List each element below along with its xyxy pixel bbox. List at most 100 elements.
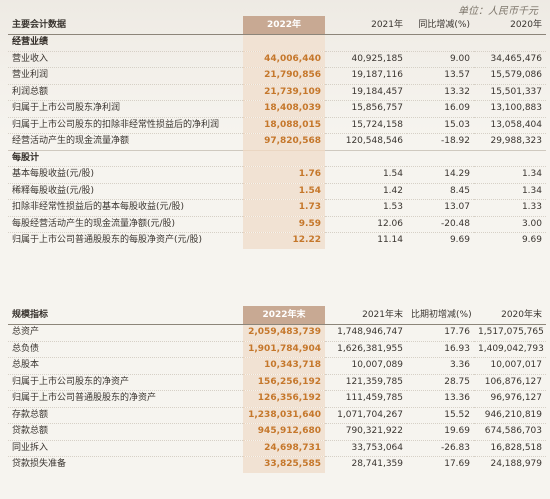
value-prior: 790,321,922 [325, 423, 407, 440]
value-earlier: 1,517,075,765 [474, 324, 546, 341]
section-spacer [474, 34, 546, 51]
value-current: 97,820,568 [243, 133, 325, 150]
value-prior: 11.14 [325, 232, 407, 249]
value-current: 1,238,031,640 [243, 406, 325, 424]
table-row: 营业收入 44,006,440 40,925,185 9.00 34,465,476 [8, 50, 546, 68]
row-label: 利润总额 [8, 83, 243, 101]
value-change: 13.36 [407, 390, 474, 407]
row-label: 归属于上市公司股东净利润 [8, 100, 243, 117]
value-change: 13.32 [407, 83, 474, 101]
value-prior: 12.06 [325, 215, 407, 233]
header-2020: 2020年 [474, 16, 546, 35]
value-earlier: 674,586,703 [474, 423, 546, 440]
table-row: 归属于上市公司普通股股东的每股净资产(元/股) 12.22 11.14 9.69 9.6… [8, 232, 546, 249]
value-change: 28.75 [407, 373, 474, 391]
row-label: 归属于上市公司普通股股东的净资产 [8, 390, 243, 407]
value-prior: 40,925,185 [325, 50, 407, 68]
table-row: 经营活动产生的现金流量净额 97,820,568 120,548,546 -18.92… [8, 133, 546, 150]
table-row: 基本每股收益(元/股) 1.76 1.54 14.29 1.34 [8, 166, 546, 183]
section-spacer [325, 149, 407, 167]
section-header: 经营业绩 [8, 34, 546, 51]
row-label: 总股本 [8, 357, 243, 374]
value-prior: 10,007,089 [325, 357, 407, 374]
section-spacer [243, 149, 325, 167]
header-change: 同比增减(%) [407, 16, 474, 35]
row-label: 总资产 [8, 324, 243, 341]
value-current: 1.76 [243, 166, 325, 183]
value-current: 9.59 [243, 215, 325, 233]
value-current: 33,825,585 [243, 456, 325, 473]
section-title: 每股计 [8, 149, 243, 167]
header-2021-end: 2021年末 [325, 306, 407, 325]
accounting-data-table: 主要会计数据 2022年 2021年 同比增减(%) 2020年 经营业绩 营业收… [8, 16, 546, 249]
value-change: -26.83 [407, 439, 474, 457]
value-earlier: 15,579,086 [474, 67, 546, 84]
value-current: 12.22 [243, 232, 325, 249]
table-row: 总负债 1,901,784,904 1,626,381,955 16.93 1,409,… [8, 340, 546, 358]
value-prior: 15,856,757 [325, 100, 407, 117]
value-earlier: 29,988,323 [474, 133, 546, 150]
value-change: 9.69 [407, 232, 474, 249]
value-earlier: 1.33 [474, 199, 546, 216]
row-label: 营业利润 [8, 67, 243, 84]
table-row: 扣除非经常性损益后的基本每股收益(元/股) 1.73 1.53 13.07 1.33 [8, 199, 546, 216]
value-change: 15.52 [407, 406, 474, 424]
value-prior: 33,753,064 [325, 439, 407, 457]
value-current: 126,356,192 [243, 390, 325, 407]
value-earlier: 34,465,476 [474, 50, 546, 68]
section-spacer [407, 34, 474, 51]
value-earlier: 9.69 [474, 232, 546, 249]
value-change: -18.92 [407, 133, 474, 150]
value-earlier: 24,188,979 [474, 456, 546, 473]
value-change: 3.36 [407, 357, 474, 374]
value-earlier: 15,501,337 [474, 83, 546, 101]
row-label: 稀释每股收益(元/股) [8, 182, 243, 200]
value-prior: 15,724,158 [325, 116, 407, 134]
row-label: 营业收入 [8, 50, 243, 68]
row-label: 经营活动产生的现金流量净额 [8, 133, 243, 150]
table-row: 营业利润 21,790,856 19,187,116 13.57 15,579,086 [8, 67, 546, 84]
section-spacer [243, 34, 325, 51]
value-change: 15.03 [407, 116, 474, 134]
value-change: 17.69 [407, 456, 474, 473]
table-row: 每股经营活动产生的现金流量净额(元/股) 9.59 12.06 -20.48 3.00 [8, 215, 546, 233]
value-change: 14.29 [407, 166, 474, 183]
table-row: 贷款总额 945,912,680 790,321,922 19.69 674,586,7… [8, 423, 546, 440]
value-current: 1.54 [243, 182, 325, 200]
value-change: 13.07 [407, 199, 474, 216]
row-label: 归属于上市公司股东的净资产 [8, 373, 243, 391]
value-change: 19.69 [407, 423, 474, 440]
value-prior: 121,359,785 [325, 373, 407, 391]
row-label: 基本每股收益(元/股) [8, 166, 243, 183]
header-2021: 2021年 [325, 16, 407, 35]
scale-indicator-table: 规模指标 2022年末 2021年末 比期初增减(%) 2020年末 总资产 2,… [8, 306, 546, 473]
value-change: 17.76 [407, 324, 474, 341]
table-row: 归属于上市公司普通股股东的净资产 126,356,192 111,459,785 13… [8, 390, 546, 407]
value-current: 18,088,015 [243, 116, 325, 134]
value-current: 21,790,856 [243, 67, 325, 84]
value-current: 10,343,718 [243, 357, 325, 374]
table-row: 归属于上市公司股东的净资产 156,256,192 121,359,785 28.75… [8, 373, 546, 391]
table-row: 稀释每股收益(元/股) 1.54 1.42 8.45 1.34 [8, 182, 546, 200]
value-current: 2,059,483,739 [243, 324, 325, 341]
row-label: 贷款总额 [8, 423, 243, 440]
header-label: 主要会计数据 [8, 16, 243, 35]
value-current: 156,256,192 [243, 373, 325, 391]
value-current: 44,006,440 [243, 50, 325, 68]
value-prior: 111,459,785 [325, 390, 407, 407]
value-prior: 1,748,946,747 [325, 324, 407, 341]
value-change: 9.00 [407, 50, 474, 68]
value-earlier: 946,210,819 [474, 406, 546, 424]
table-row: 利润总额 21,739,109 19,184,457 13.32 15,501,337 [8, 83, 546, 101]
section-header: 每股计 [8, 149, 546, 167]
table-row: 总资产 2,059,483,739 1,748,946,747 17.76 1,517,… [8, 324, 546, 341]
value-current: 18,408,039 [243, 100, 325, 117]
row-label: 归属于上市公司股东的扣除非经常性损益后的净利润 [8, 116, 243, 134]
table-header: 主要会计数据 2022年 2021年 同比增减(%) 2020年 [8, 16, 546, 35]
value-earlier: 13,100,883 [474, 100, 546, 117]
table-row: 总股本 10,343,718 10,007,089 3.36 10,007,017 [8, 357, 546, 374]
value-prior: 19,184,457 [325, 83, 407, 101]
section-spacer [407, 149, 474, 167]
table-row: 归属于上市公司股东的扣除非经常性损益后的净利润 18,088,015 15,724,… [8, 116, 546, 134]
value-change: -20.48 [407, 215, 474, 233]
